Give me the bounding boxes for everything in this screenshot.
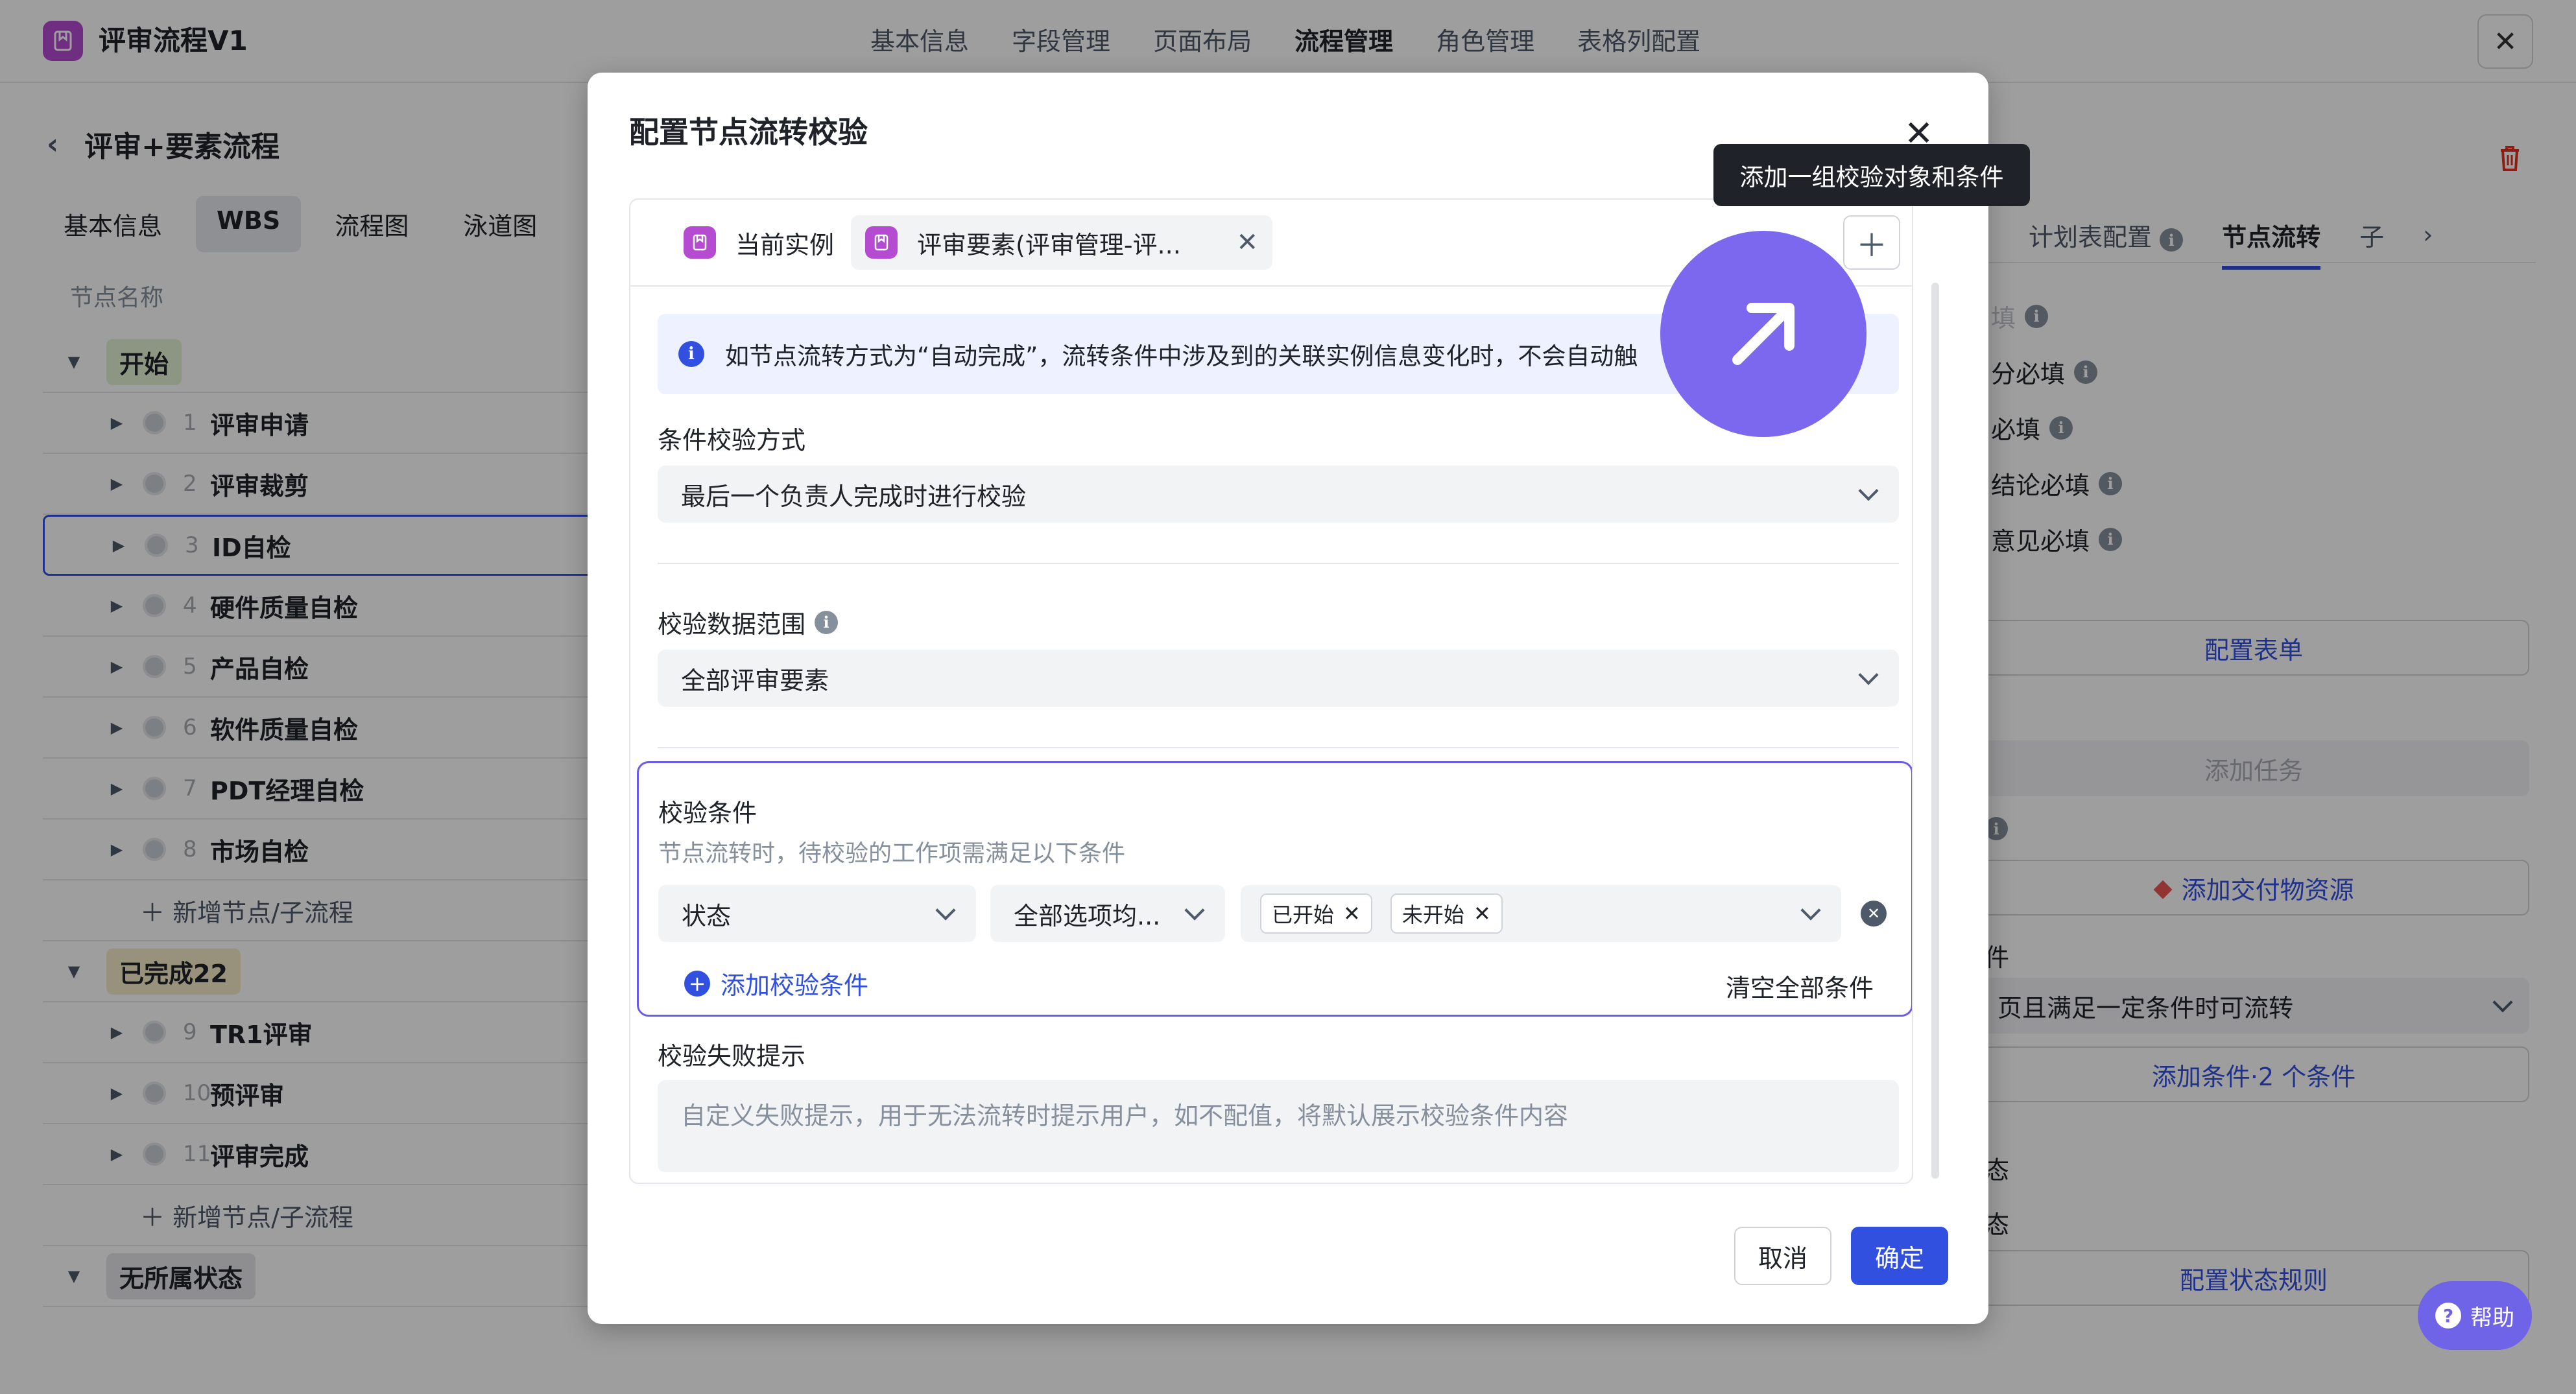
- range-label: 校验数据范围: [658, 610, 806, 639]
- chevron-down-icon: [1858, 665, 1879, 685]
- chevron-down-icon: [935, 900, 956, 921]
- confirm-button[interactable]: 确定: [1851, 1227, 1948, 1285]
- condition-field-select[interactable]: 状态: [658, 885, 976, 942]
- condition-field-value: 状态: [682, 901, 732, 930]
- condition-operator-value: 全部选项均...: [1014, 901, 1161, 930]
- check-condition-box: 校验条件 节点流转时，待校验的工作项需满足以下条件 状态 全部选项均... 已开…: [637, 761, 1912, 1017]
- instance-icon: [865, 226, 898, 259]
- fail-tip-textarea[interactable]: 自定义失败提示，用于无法流转时提示用户，如不配值，将默认展示校验条件内容: [658, 1080, 1899, 1172]
- tag-label: 未开始: [1401, 903, 1464, 927]
- tab-close-icon[interactable]: ✕: [1236, 228, 1258, 257]
- arrow-up-right-icon: [1732, 303, 1795, 365]
- question-icon: ?: [2435, 1303, 2461, 1329]
- modal-title: 配置节点流转校验: [629, 115, 868, 150]
- condition-title: 校验条件: [658, 799, 757, 827]
- add-group-tooltip: 添加一组校验对象和条件: [1713, 144, 2030, 206]
- clear-all-conditions-link[interactable]: 清空全部条件: [1726, 968, 1874, 1004]
- tab-current-instance[interactable]: 当前实例: [669, 215, 848, 270]
- chevron-down-icon: [1184, 900, 1205, 921]
- selected-tags: 已开始 ✕ 未开始 ✕: [1260, 893, 1513, 934]
- click-highlight-marker: [1660, 231, 1866, 437]
- fail-tip-label: 校验失败提示: [658, 1042, 806, 1070]
- range-label-row: 校验数据范围 i: [658, 604, 839, 640]
- check-mode-label: 条件校验方式: [658, 426, 806, 455]
- help-button[interactable]: ? 帮助: [2418, 1281, 2532, 1350]
- tab-label: 当前实例: [735, 230, 835, 259]
- info-icon: i: [678, 341, 704, 367]
- data-range-select[interactable]: 全部评审要素: [658, 650, 1899, 707]
- value-tag: 未开始 ✕: [1390, 893, 1503, 934]
- cancel-button[interactable]: 取消: [1734, 1227, 1831, 1285]
- condition-value-multiselect[interactable]: 已开始 ✕ 未开始 ✕: [1241, 885, 1841, 942]
- help-label: 帮助: [2470, 1305, 2514, 1331]
- info-icon: i: [815, 610, 839, 634]
- plus-circle-icon: +: [684, 970, 710, 997]
- value-tag: 已开始 ✕: [1260, 893, 1372, 934]
- tag-remove-icon[interactable]: ✕: [1473, 901, 1491, 926]
- modal-scrollbar[interactable]: [1931, 283, 1939, 1179]
- info-text: 如节点流转方式为“自动完成”，流转条件中涉及到的关联实例信息变化时，不会自动触: [725, 342, 1638, 370]
- add-check-group-button[interactable]: ＋: [1843, 215, 1900, 270]
- plus-icon: ＋: [1855, 228, 1887, 264]
- divider: [658, 747, 1899, 748]
- tab-label: 评审要素(评审管理-评...: [917, 230, 1181, 259]
- tab-review-element[interactable]: 评审要素(评审管理-评... ✕: [851, 215, 1272, 270]
- check-mode-value: 最后一个负责人完成时进行校验: [681, 482, 1027, 511]
- condition-desc: 节点流转时，待校验的工作项需满足以下条件: [658, 840, 1126, 867]
- add-condition-label: 添加校验条件: [721, 971, 869, 1000]
- divider: [658, 563, 1899, 564]
- add-condition-link[interactable]: + 添加校验条件: [684, 965, 868, 1001]
- remove-condition-icon[interactable]: ✕: [1861, 901, 1887, 927]
- condition-operator-select[interactable]: 全部选项均...: [990, 885, 1225, 942]
- instance-icon: [684, 226, 716, 259]
- tag-label: 已开始: [1272, 903, 1335, 927]
- data-range-value: 全部评审要素: [681, 666, 829, 695]
- check-mode-select[interactable]: 最后一个负责人完成时进行校验: [658, 466, 1899, 523]
- chevron-down-icon: [1858, 480, 1879, 501]
- chevron-down-icon: [1800, 900, 1821, 921]
- tag-remove-icon[interactable]: ✕: [1343, 901, 1361, 926]
